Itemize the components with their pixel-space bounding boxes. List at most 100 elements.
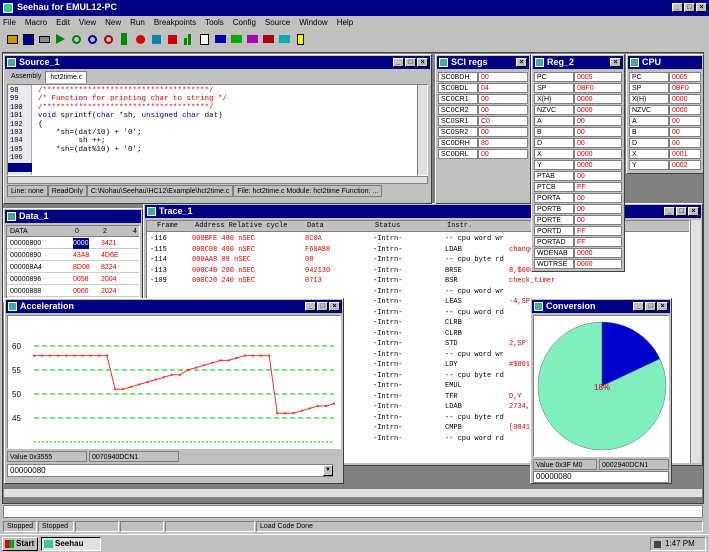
trace-maximize-button[interactable]: □ — [676, 207, 687, 216]
cpu-register-value[interactable]: 00 — [669, 127, 701, 137]
sci-register-row[interactable]: SC0DRL 00 — [438, 149, 528, 159]
reg2-register-row[interactable]: X(H) 0000 — [534, 94, 622, 104]
source-vscroll[interactable] — [417, 85, 427, 175]
source-window[interactable]: Source_1 _ □ × Assembly hct2time.c 98 99 1… — [3, 54, 432, 204]
run-icon[interactable] — [54, 32, 67, 46]
data-cell[interactable]: 3421 — [101, 238, 117, 249]
menu-new[interactable]: New — [105, 18, 121, 27]
reg2-register-row[interactable]: PTCB FF — [534, 182, 622, 192]
reg2-register-value[interactable]: 0000 — [574, 105, 622, 115]
data-cell[interactable]: 8D08 — [73, 262, 90, 273]
data-cell[interactable]: 00000896 — [10, 274, 41, 285]
start-button[interactable]: Start — [2, 537, 38, 551]
data-window-icon[interactable] — [230, 32, 243, 46]
source-close-button[interactable]: × — [417, 58, 428, 67]
trace-scrollbar[interactable] — [690, 220, 701, 463]
reg2-register-row[interactable]: B 00 — [534, 127, 622, 137]
sci-register-row[interactable]: SC0DRH 80 — [438, 138, 528, 148]
conversion-input[interactable]: 00000080 — [533, 471, 669, 483]
peripheral-window-icon[interactable] — [278, 32, 291, 46]
breakpoint-icon[interactable] — [134, 32, 147, 46]
reg2-window[interactable]: Reg_2 × PC 0005 SP 0BF0 X(H) 0000 NZVC 0000 A 00 B… — [531, 54, 625, 272]
data-row[interactable]: 00000890 43A8 4D6E — [7, 250, 139, 261]
data-cell[interactable]: 00000890 — [10, 250, 41, 261]
acceleration-close-button[interactable]: × — [329, 302, 340, 311]
chart-icon[interactable] — [182, 32, 195, 46]
reg2-register-value[interactable]: 00 — [574, 204, 622, 214]
cpu-register-row[interactable]: Y 0002 — [629, 160, 701, 170]
data-row[interactable]: 000008A4 8D08 8224 — [7, 262, 139, 273]
menu-edit[interactable]: Edit — [56, 18, 70, 27]
mdi-hscroll[interactable] — [3, 488, 703, 498]
trace-minimize-button[interactable]: _ — [664, 207, 675, 216]
reg2-register-value[interactable]: 0000 — [574, 248, 622, 258]
conversion-minimize-button[interactable]: _ — [633, 302, 644, 311]
command-input[interactable] — [3, 505, 703, 518]
conversion-maximize-button[interactable]: □ — [645, 302, 656, 311]
data-cell[interactable]: 2024 — [101, 286, 117, 297]
data-cell[interactable]: 0000 — [73, 238, 89, 249]
menu-view[interactable]: View — [79, 18, 96, 27]
step-out-icon[interactable] — [102, 32, 115, 46]
register-window-icon[interactable] — [262, 32, 275, 46]
acceleration-input[interactable]: 00000080 — [7, 464, 333, 477]
data-cell[interactable]: 4D6E — [101, 250, 119, 261]
sci-close-button[interactable]: × — [516, 58, 527, 67]
data-cell[interactable]: 00000800 — [10, 238, 41, 249]
trace-col-status[interactable]: Status — [375, 221, 400, 232]
menu-config[interactable]: Config — [233, 18, 256, 27]
trace-window-icon[interactable] — [246, 32, 259, 46]
data-cell[interactable]: 43A8 — [73, 250, 89, 261]
acceleration-dropdown-icon[interactable]: ▼ — [323, 465, 333, 476]
reg2-register-value[interactable]: 0000 — [574, 149, 622, 159]
tab-assembly[interactable]: Assembly — [7, 71, 45, 83]
step-into-icon[interactable] — [70, 32, 83, 46]
reg2-register-row[interactable]: NZVC 0000 — [534, 105, 622, 115]
acceleration-maximize-button[interactable]: □ — [317, 302, 328, 311]
menu-run[interactable]: Run — [130, 18, 145, 27]
sci-register-value[interactable]: 80 — [478, 138, 528, 148]
reg2-register-row[interactable]: Y 0000 — [534, 160, 622, 170]
reg2-register-value[interactable]: 0000 — [574, 259, 622, 269]
cpu-register-row[interactable]: A 00 — [629, 116, 701, 126]
cpu-register-row[interactable]: X 0001 — [629, 149, 701, 159]
save-icon[interactable] — [22, 32, 35, 46]
source-minimize-button[interactable]: _ — [393, 58, 404, 67]
sci-register-row[interactable]: SC0BDH 00 — [438, 72, 528, 82]
cpu-register-row[interactable]: NZVC 0000 — [629, 105, 701, 115]
reg2-register-row[interactable]: PTAB 00 — [534, 171, 622, 181]
reg2-register-value[interactable]: 00 — [574, 116, 622, 126]
trace-col-frame[interactable]: Frame — [157, 221, 178, 232]
sci-register-value[interactable]: C0 — [478, 116, 528, 126]
clear-icon[interactable] — [198, 32, 211, 46]
menu-source[interactable]: Source — [265, 18, 290, 27]
menu-help[interactable]: Help — [337, 18, 353, 27]
reg2-register-row[interactable]: D 00 — [534, 138, 622, 148]
cpu-register-row[interactable]: D 00 — [629, 138, 701, 148]
reg2-register-row[interactable]: X 0000 — [534, 149, 622, 159]
data-cell[interactable]: 8224 — [101, 262, 117, 273]
data-window[interactable]: Data_1 DATA 0 2 4 00000800 0000 3421 000008… — [3, 208, 143, 303]
sci-register-row[interactable]: SC0CR2 00 — [438, 105, 528, 115]
data-cell[interactable]: 00000888 — [10, 286, 41, 297]
trace-col-address[interactable]: Address Relative cycle — [195, 221, 287, 232]
reg2-register-value[interactable]: 0005 — [574, 72, 622, 82]
cpu-register-row[interactable]: SP 0BF0 — [629, 83, 701, 93]
acceleration-window[interactable]: Acceleration _ □ × 60 55 50 45 Value 0x3555 0… — [4, 298, 344, 484]
data-col-0[interactable]: 0 — [75, 226, 79, 237]
data-cell[interactable]: 000008A4 — [10, 262, 42, 273]
reg2-register-value[interactable]: 0000 — [574, 160, 622, 170]
menu-window[interactable]: Window — [299, 18, 327, 27]
acceleration-minimize-button[interactable]: _ — [305, 302, 316, 311]
cpu-register-value[interactable]: 0BF0 — [669, 83, 701, 93]
source-hscroll[interactable] — [7, 176, 428, 184]
trace-col-instr[interactable]: Instr. — [447, 221, 472, 232]
reg2-register-value[interactable]: 00 — [574, 127, 622, 137]
reg2-register-row[interactable]: WDTRSE 0000 — [534, 259, 622, 269]
minimize-button[interactable]: _ — [672, 3, 683, 12]
tab-hct2time[interactable]: hct2time.c — [45, 71, 88, 83]
reg2-register-row[interactable]: SP 0BF0 — [534, 83, 622, 93]
data-col-addr[interactable]: DATA — [10, 226, 28, 237]
data-row[interactable]: 00000896 0058 2004 — [7, 274, 139, 285]
sci-register-value[interactable]: 00 — [478, 72, 528, 82]
